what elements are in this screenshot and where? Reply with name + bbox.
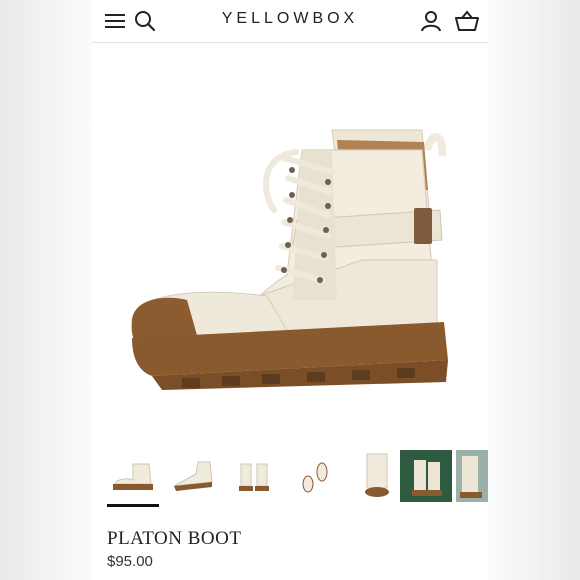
thumbnail-7[interactable] — [456, 450, 488, 502]
product-price: $95.00 — [107, 553, 153, 570]
thumbnail-5[interactable] — [351, 450, 403, 502]
boot-image — [131, 129, 448, 390]
thumbnail-6[interactable] — [400, 450, 452, 502]
product-page: YELLOWBOX PLATON BOOT $95.00 — [92, 0, 488, 580]
thumbnail-2[interactable] — [168, 450, 220, 502]
product-main-image[interactable] — [92, 60, 488, 440]
cart-icon[interactable] — [454, 8, 480, 34]
blurred-background-left — [0, 0, 92, 580]
account-icon[interactable] — [418, 8, 444, 34]
thumbnail-strip — [92, 450, 488, 510]
site-header: YELLOWBOX — [92, 0, 488, 43]
blurred-background-right — [488, 0, 580, 580]
thumbnail-3[interactable] — [229, 450, 281, 502]
thumbnail-1[interactable] — [107, 450, 159, 507]
thumbnail-4[interactable] — [290, 450, 342, 502]
product-title: PLATON BOOT — [107, 528, 242, 549]
